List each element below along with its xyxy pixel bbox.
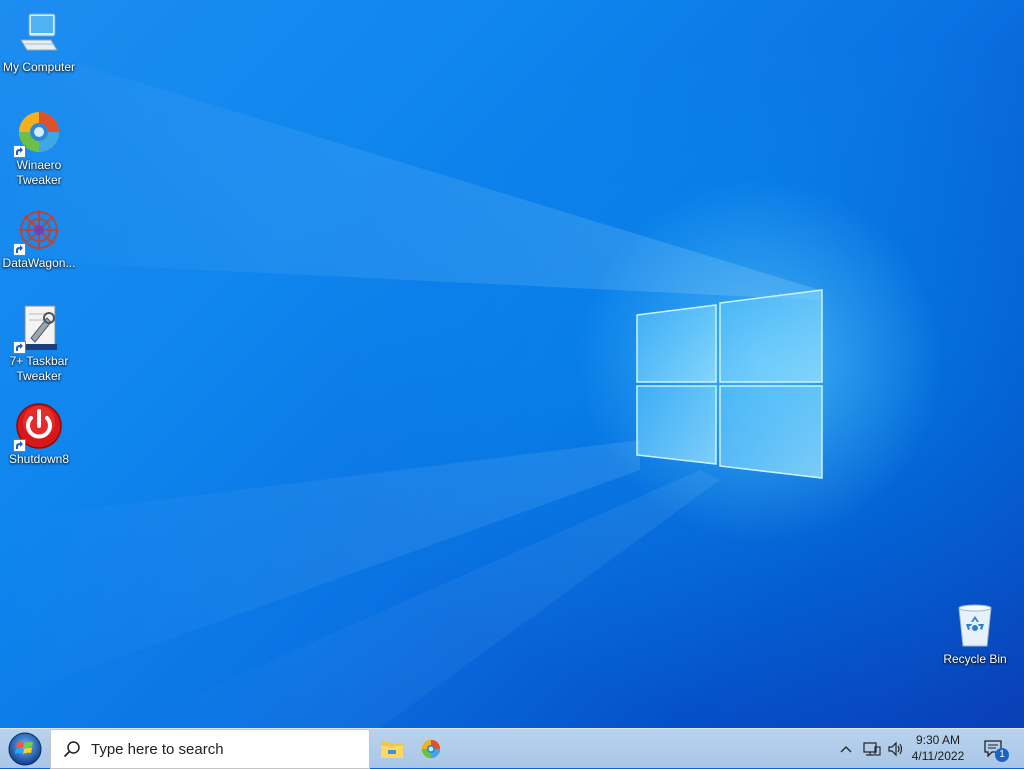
desktop-icon-datawagon[interactable]: DataWagon... — [0, 206, 78, 271]
shortcut-arrow-icon — [13, 439, 26, 452]
search-icon — [63, 741, 80, 758]
clock-date: 4/11/2022 — [911, 749, 965, 763]
desktop-icon-label: Recycle Bin — [943, 652, 1007, 666]
shortcut-arrow-icon — [13, 145, 26, 158]
chevron-up-icon — [840, 746, 852, 753]
computer-icon — [15, 10, 63, 58]
desktop-icon-label: Shutdown8 — [8, 452, 70, 466]
action-center-button[interactable]: 1 — [978, 729, 1010, 769]
network-button[interactable] — [860, 729, 884, 769]
windows-orb-icon — [8, 732, 42, 766]
recycle-bin-icon — [951, 602, 999, 650]
clock-time: 9:30 AM — [915, 733, 961, 747]
desktop-icon-recycle-bin[interactable]: Recycle Bin — [936, 602, 1014, 667]
windows-logo — [636, 289, 823, 479]
shortcut-arrow-icon — [13, 341, 26, 354]
desktop-icon-label: DataWagon... — [2, 256, 76, 270]
taskbar-app-winaero-tweaker[interactable] — [409, 729, 453, 769]
winaero-tweaker-icon — [13, 108, 63, 158]
taskbar-app-file-explorer[interactable] — [370, 729, 414, 769]
taskbar: Type here to search 9:30 AM 4/11/2022 1 — [0, 728, 1024, 769]
desktop-icon-label: My Computer — [2, 60, 76, 74]
show-hidden-icons-button[interactable] — [836, 729, 856, 769]
search-box[interactable]: Type here to search — [50, 729, 370, 769]
file-explorer-icon — [381, 742, 403, 758]
shortcut-arrow-icon — [13, 243, 26, 256]
desktop-icon-label: Winaero Tweaker — [16, 158, 62, 187]
desktop-icon-my-computer[interactable]: My Computer — [0, 10, 78, 75]
network-icon — [863, 742, 881, 756]
power-icon — [13, 402, 63, 452]
desktop-icon-7-taskbar-tweaker[interactable]: 7+ Taskbar Tweaker — [0, 304, 78, 384]
search-placeholder: Type here to search — [91, 740, 224, 758]
wallpaper — [0, 40, 823, 728]
clock[interactable]: 9:30 AM 4/11/2022 — [905, 732, 971, 764]
speaker-icon — [888, 741, 903, 757]
desktop-icon-shutdown8[interactable]: Shutdown8 — [0, 402, 78, 467]
start-button[interactable] — [0, 729, 50, 769]
taskbar-tweaker-icon — [13, 304, 63, 354]
desktop-icon-winaero-tweaker[interactable]: Winaero Tweaker — [0, 108, 78, 188]
datawagon-icon — [13, 206, 63, 256]
notification-badge: 1 — [995, 748, 1009, 762]
desktop-icon-label: 7+ Taskbar Tweaker — [9, 354, 69, 383]
winaero-tweaker-icon — [421, 739, 441, 759]
desktop[interactable]: My Computer Winaero Tweaker DataWagon...… — [0, 0, 1024, 728]
